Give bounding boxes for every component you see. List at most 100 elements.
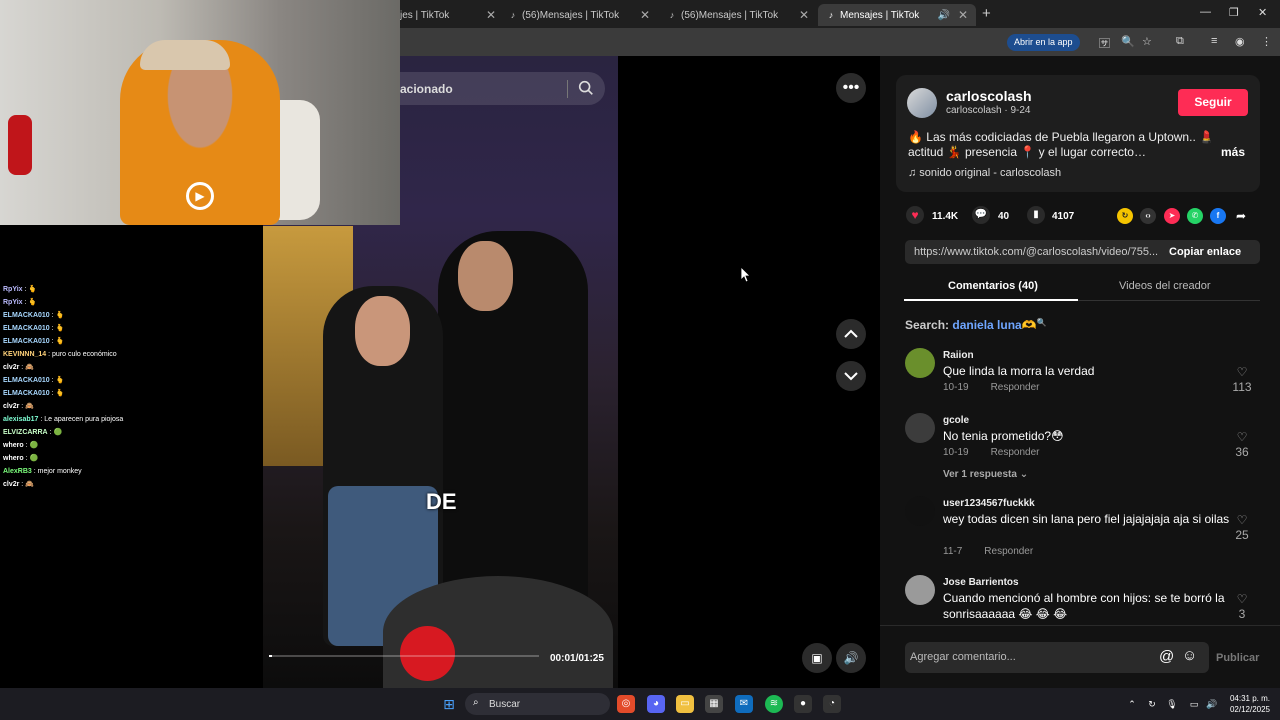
sound-link[interactable]: ♫ sonido original - carloscolash <box>908 167 1061 179</box>
media-icon[interactable]: ≡ <box>1211 35 1217 47</box>
comment-username[interactable]: gcole <box>943 415 969 426</box>
chat-username[interactable]: RpYix <box>3 286 23 293</box>
embed-icon[interactable]: ‹› <box>1140 208 1156 224</box>
comment-avatar[interactable] <box>905 496 935 526</box>
minimize-icon[interactable]: — <box>1200 6 1211 18</box>
search-bar[interactable]: acionado <box>400 72 605 105</box>
chat-username[interactable]: AlexRB3 <box>3 468 32 475</box>
view-replies-link[interactable]: Ver 1 respuesta ⌄ <box>943 469 1028 480</box>
reply-button[interactable]: Responder <box>991 382 1040 393</box>
creator-name[interactable]: carloscolash <box>946 88 1032 104</box>
spotify-icon[interactable]: ≋ <box>765 695 783 713</box>
microphone-icon[interactable]: 🎙 <box>1163 695 1181 713</box>
open-in-app-button[interactable]: Abrir en la app <box>1007 34 1080 51</box>
browser-tab-2[interactable]: ♪ (56)Mensajes | TikTok ✕ <box>500 4 658 26</box>
share-icon[interactable]: ➦ <box>1233 208 1249 224</box>
chat-username[interactable]: alexisab17 <box>3 416 38 423</box>
repost-icon[interactable]: ↻ <box>1117 208 1133 224</box>
creator-avatar[interactable] <box>907 88 937 118</box>
search-suggestion[interactable]: Search: daniela luna🫶🔍 <box>905 318 1047 332</box>
tab-comments[interactable]: Comentarios (40) <box>948 280 1038 292</box>
reply-button[interactable]: Responder <box>991 447 1040 458</box>
comment-avatar[interactable] <box>905 413 935 443</box>
tray-chevron-icon[interactable]: ⌃ <box>1123 695 1141 713</box>
menu-icon[interactable]: ⋮ <box>1261 35 1272 48</box>
comment-avatar[interactable] <box>905 575 935 605</box>
volume-button[interactable]: 🔊 <box>836 643 866 673</box>
chat-username[interactable]: ELMACKA010 <box>3 390 50 397</box>
browser-tab-1[interactable]: jes | TikTok ✕ <box>392 4 504 26</box>
video-link[interactable]: https://www.tiktok.com/@carloscolash/vid… <box>914 246 1158 258</box>
reply-button[interactable]: Responder <box>984 546 1033 557</box>
follow-button[interactable]: Seguir <box>1178 89 1248 116</box>
chat-username[interactable]: clv2r <box>3 403 19 410</box>
browser-tab-3[interactable]: ♪ (56)Mensajes | TikTok ✕ <box>659 4 817 26</box>
next-video-button[interactable] <box>836 361 866 391</box>
chat-username[interactable]: ELMACKA010 <box>3 377 50 384</box>
chat-username[interactable]: KEVINNN_14 <box>3 351 46 358</box>
app-icon[interactable]: ◔ <box>823 695 841 713</box>
publish-button[interactable]: Publicar <box>1216 652 1259 664</box>
maximize-icon[interactable]: ❐ <box>1229 6 1239 19</box>
new-tab-icon[interactable]: + <box>982 5 991 22</box>
whatsapp-icon[interactable]: ✆ <box>1187 208 1203 224</box>
chat-username[interactable]: ELMACKA010 <box>3 312 50 319</box>
chat-username[interactable]: whero <box>3 442 24 449</box>
more-link[interactable]: más <box>1221 145 1245 159</box>
comment-like-button[interactable]: ♡ 3 <box>1232 592 1252 621</box>
zoom-icon[interactable]: 🔍 <box>1121 35 1135 48</box>
comment-like-button[interactable]: ♡ 25 <box>1232 513 1252 542</box>
taskbar-clock[interactable]: 04:31 p. m. 02/12/2025 <box>1226 693 1270 715</box>
chrome-icon[interactable]: ◎ <box>617 695 635 713</box>
chat-username[interactable]: clv2r <box>3 364 19 371</box>
chat-username[interactable]: clv2r <box>3 481 19 488</box>
facebook-icon[interactable]: f <box>1210 208 1226 224</box>
comment-button[interactable]: 💬 <box>972 206 990 224</box>
close-icon[interactable]: ✕ <box>958 8 968 22</box>
speaker-icon[interactable]: 🔊 <box>1203 695 1221 713</box>
comment-username[interactable]: Jose Barrientos <box>943 577 1019 588</box>
taskbar-search[interactable] <box>465 693 610 715</box>
video-progress-bar[interactable] <box>269 655 539 657</box>
previous-video-button[interactable] <box>836 319 866 349</box>
mention-icon[interactable]: @ <box>1159 648 1174 665</box>
chat-username[interactable]: ELMACKA010 <box>3 325 50 332</box>
obs-icon[interactable]: ● <box>794 695 812 713</box>
search-icon[interactable] <box>577 79 595 97</box>
windows-start-icon[interactable]: ⊞ <box>440 695 458 713</box>
comment-like-button[interactable]: ♡ 113 <box>1232 365 1252 394</box>
chat-username[interactable]: ELMACKA010 <box>3 338 50 345</box>
chat-username[interactable]: RpYix <box>3 299 23 306</box>
chat-username[interactable]: whero <box>3 455 24 462</box>
tab-creator-videos[interactable]: Videos del creador <box>1119 280 1211 292</box>
emoji-icon[interactable]: ☺ <box>1182 647 1197 664</box>
discord-icon[interactable]: ◕ <box>647 695 665 713</box>
send-icon[interactable]: ➤ <box>1164 208 1180 224</box>
close-icon[interactable]: ✕ <box>486 8 496 22</box>
comment-username[interactable]: user1234567fuckkk <box>943 498 1035 509</box>
comment-avatar[interactable] <box>905 348 935 378</box>
close-icon[interactable]: ✕ <box>640 8 650 22</box>
file-explorer-icon[interactable]: ▭ <box>676 695 694 713</box>
bookmark-star-icon[interactable]: ☆ <box>1142 35 1152 48</box>
like-button[interactable]: ♥ <box>906 206 924 224</box>
close-icon[interactable]: ✕ <box>799 8 809 22</box>
copy-link-button[interactable]: Copiar enlace <box>1169 246 1241 258</box>
speaker-icon[interactable]: 🔊 <box>937 10 949 21</box>
mail-icon[interactable]: ✉ <box>735 695 753 713</box>
save-button[interactable]: ▮ <box>1027 206 1045 224</box>
search-input[interactable]: acionado <box>400 82 453 96</box>
comment-like-button[interactable]: ♡ 36 <box>1232 430 1252 459</box>
browser-tab-active[interactable]: ♪ Mensajes | TikTok 🔊 ✕ <box>818 4 976 26</box>
network-icon[interactable]: ▭ <box>1185 695 1203 713</box>
mini-player-button[interactable]: ▣ <box>802 643 832 673</box>
more-options-button[interactable]: ••• <box>836 73 866 103</box>
translate-icon[interactable]: 🈂 <box>1099 35 1110 51</box>
profile-icon[interactable]: ◉ <box>1235 35 1245 48</box>
tray-sync-icon[interactable]: ↻ <box>1143 695 1161 713</box>
comment-username[interactable]: Raiion <box>943 350 974 361</box>
window-close-icon[interactable]: ✕ <box>1258 6 1267 19</box>
extensions-icon[interactable]: ⧉ <box>1176 35 1184 48</box>
chat-username[interactable]: ELVIZCARRA <box>3 429 48 436</box>
store-icon[interactable]: ▦ <box>705 695 723 713</box>
